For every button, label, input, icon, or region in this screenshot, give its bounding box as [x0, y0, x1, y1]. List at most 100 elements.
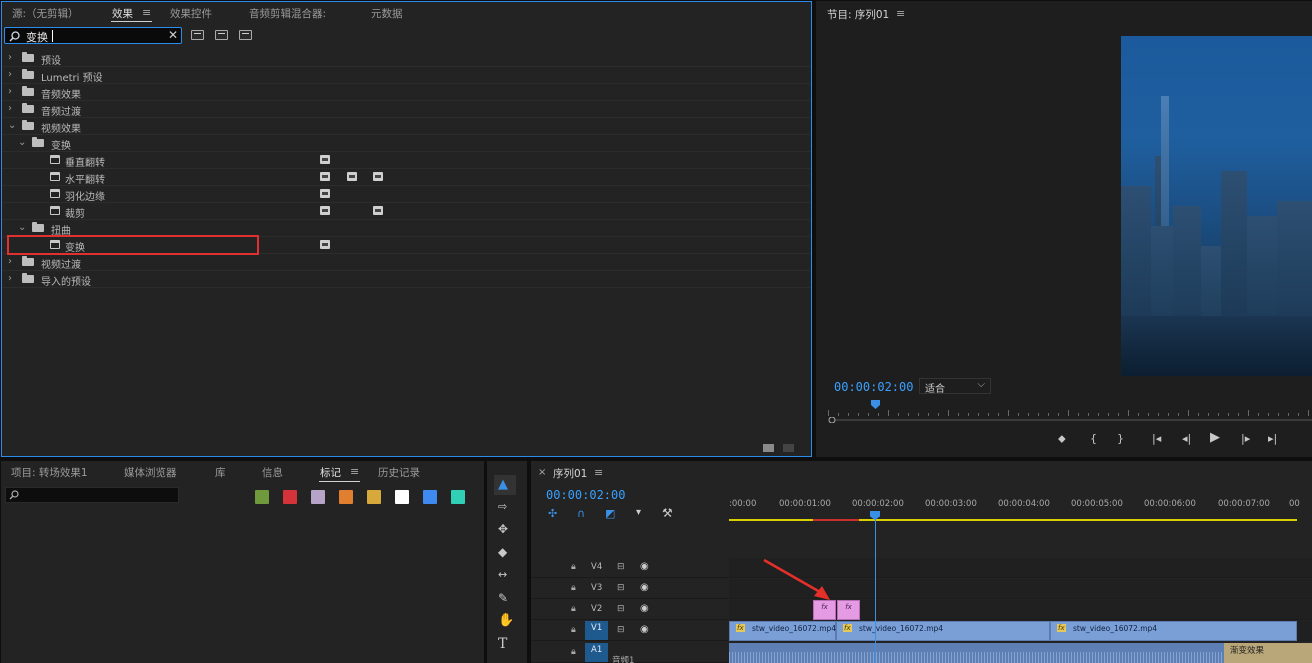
eye-icon[interactable]: ◉: [640, 582, 649, 593]
marker-color-swatch[interactable]: [339, 490, 353, 504]
chevron-right-icon[interactable]: ›: [8, 273, 12, 284]
sequence-tab[interactable]: 序列01: [553, 466, 587, 481]
chevron-right-icon[interactable]: ›: [8, 86, 12, 97]
accelerated-effects-filter-icon[interactable]: [191, 30, 204, 40]
track-header-v3[interactable]: 🔒︎ V3 ⊟ ◉: [531, 579, 728, 599]
marker-color-swatch[interactable]: [255, 490, 269, 504]
track-header-v2[interactable]: 🔒︎ V2 ⊟ ◉: [531, 600, 728, 620]
chevron-right-icon[interactable]: ›: [8, 52, 12, 63]
slip-tool-icon[interactable]: ↔: [498, 568, 507, 581]
nest-icon[interactable]: ✣: [548, 507, 557, 520]
tab-history[interactable]: 历史记录: [378, 465, 420, 480]
yuv-effects-filter-icon[interactable]: [239, 30, 252, 40]
clear-search-icon[interactable]: ✕: [168, 28, 178, 42]
tab-project[interactable]: 项目: 转场效果1: [11, 465, 88, 480]
wrench-icon[interactable]: ⚒: [662, 506, 673, 520]
tab-effects[interactable]: 效果: [112, 6, 133, 21]
panel-menu-icon[interactable]: ≡: [896, 7, 905, 20]
step-forward-button[interactable]: |▸: [1241, 432, 1250, 445]
video-clip[interactable]: fx stw_video_16072.mp4: [836, 621, 1050, 641]
panel-menu-icon[interactable]: ≡: [594, 466, 603, 479]
lock-icon[interactable]: 🔒︎: [571, 647, 576, 657]
panel-menu-icon[interactable]: ≡: [350, 465, 359, 478]
lock-icon[interactable]: 🔒︎: [571, 562, 576, 572]
marker-color-swatch[interactable]: [451, 490, 465, 504]
fx-badge[interactable]: fx: [843, 624, 852, 632]
tab-source[interactable]: 源:（无剪辑）: [12, 6, 79, 21]
32bit-effects-filter-icon[interactable]: [215, 30, 228, 40]
chevron-right-icon[interactable]: ›: [8, 256, 12, 267]
eye-icon[interactable]: ◉: [640, 561, 649, 572]
ripple-edit-tool-icon[interactable]: ✥: [498, 522, 508, 536]
type-tool-icon[interactable]: T: [498, 636, 507, 652]
fx-badge[interactable]: fx: [1057, 624, 1066, 632]
chevron-right-icon[interactable]: ›: [8, 103, 12, 114]
chevron-right-icon[interactable]: ›: [8, 69, 12, 80]
eye-icon[interactable]: ◉: [640, 624, 649, 635]
adjustment-clip[interactable]: fx: [837, 600, 860, 620]
tree-item[interactable]: 裁剪: [2, 203, 810, 220]
lock-icon[interactable]: 🔒︎: [571, 625, 576, 635]
eye-icon[interactable]: ◉: [640, 603, 649, 614]
audio-transition[interactable]: 渐变效果: [1224, 643, 1312, 663]
tab-effect-controls[interactable]: 效果控件: [170, 6, 212, 21]
snap-icon[interactable]: ∩: [577, 507, 585, 520]
track-select-tool-icon[interactable]: ⇨: [498, 500, 507, 513]
fit-select[interactable]: 适合 ⌵: [919, 378, 991, 395]
chevron-down-icon[interactable]: ⌄: [18, 222, 26, 233]
tree-item[interactable]: › 导入的预设: [2, 271, 810, 288]
pen-tool-icon[interactable]: ✎: [498, 591, 508, 605]
delete-icon[interactable]: [783, 444, 794, 452]
chevron-down-icon[interactable]: ⌄: [18, 137, 26, 148]
lock-icon[interactable]: 🔒︎: [571, 583, 576, 593]
mark-out-button[interactable]: }: [1117, 432, 1124, 445]
tab-library[interactable]: 库: [215, 465, 226, 480]
tab-markers[interactable]: 标记: [320, 465, 341, 480]
go-to-out-button[interactable]: ▸|: [1268, 432, 1277, 445]
marker-color-swatch[interactable]: [283, 490, 297, 504]
toggle-sync-lock-icon[interactable]: ⊟: [617, 604, 625, 614]
timeline-timecode[interactable]: 00:00:02:00: [546, 488, 625, 502]
lock-icon[interactable]: 🔒︎: [571, 604, 576, 614]
program-timecode[interactable]: 00:00:02:00: [834, 380, 913, 394]
add-marker-button[interactable]: ⬥: [1058, 432, 1066, 446]
track-name[interactable]: V1: [585, 621, 609, 640]
step-back-button[interactable]: ◂|: [1182, 432, 1191, 445]
track-name[interactable]: A1: [585, 643, 609, 662]
hand-tool-icon[interactable]: ✋: [498, 613, 514, 628]
fx-badge[interactable]: fx: [736, 624, 745, 632]
tree-item[interactable]: › 预设: [2, 50, 810, 67]
selection-tool-icon[interactable]: ▲: [498, 477, 508, 492]
playhead-line[interactable]: [875, 514, 876, 663]
marker-color-swatch[interactable]: [395, 490, 409, 504]
tree-item[interactable]: 垂直翻转: [2, 152, 810, 169]
linked-selection-icon[interactable]: ◩: [605, 507, 615, 520]
tree-item[interactable]: › Lumetri 预设: [2, 67, 810, 84]
track-name[interactable]: V2: [591, 604, 602, 614]
tree-item[interactable]: › 音频过渡: [2, 101, 810, 118]
tree-item[interactable]: 羽化边缘: [2, 186, 810, 203]
marker-color-swatch[interactable]: [423, 490, 437, 504]
tab-audio-clip-mixer[interactable]: 音频剪辑混合器:: [249, 6, 326, 21]
track-name[interactable]: V4: [591, 562, 602, 572]
play-button[interactable]: ▶: [1210, 430, 1220, 445]
markers-search-input[interactable]: [5, 487, 179, 503]
tab-info[interactable]: 信息: [262, 465, 283, 480]
panel-menu-icon[interactable]: ≡: [142, 6, 151, 19]
close-icon[interactable]: ×: [538, 467, 546, 478]
marker-color-swatch[interactable]: [367, 490, 381, 504]
mark-in-button[interactable]: {: [1090, 432, 1097, 445]
add-marker-icon[interactable]: ▾: [636, 507, 641, 518]
video-clip[interactable]: fx stw_video_16072.mp4: [1050, 621, 1297, 641]
tree-item[interactable]: ⌄ 视频效果: [2, 118, 810, 135]
program-scrub-bar[interactable]: [828, 417, 1312, 423]
tab-media-browser[interactable]: 媒体浏览器: [124, 465, 177, 480]
program-time-ruler[interactable]: [828, 404, 1312, 416]
track-name[interactable]: V3: [591, 583, 602, 593]
toggle-sync-lock-icon[interactable]: ⊟: [617, 583, 625, 593]
toggle-sync-lock-icon[interactable]: ⊟: [617, 562, 625, 572]
track-header-v4[interactable]: 🔒︎ V4 ⊟ ◉: [531, 558, 728, 578]
chevron-down-icon[interactable]: ⌄: [8, 120, 16, 131]
track-header-v1[interactable]: 🔒︎ V1 ⊟ ◉: [531, 621, 728, 641]
toggle-sync-lock-icon[interactable]: ⊟: [617, 625, 625, 635]
